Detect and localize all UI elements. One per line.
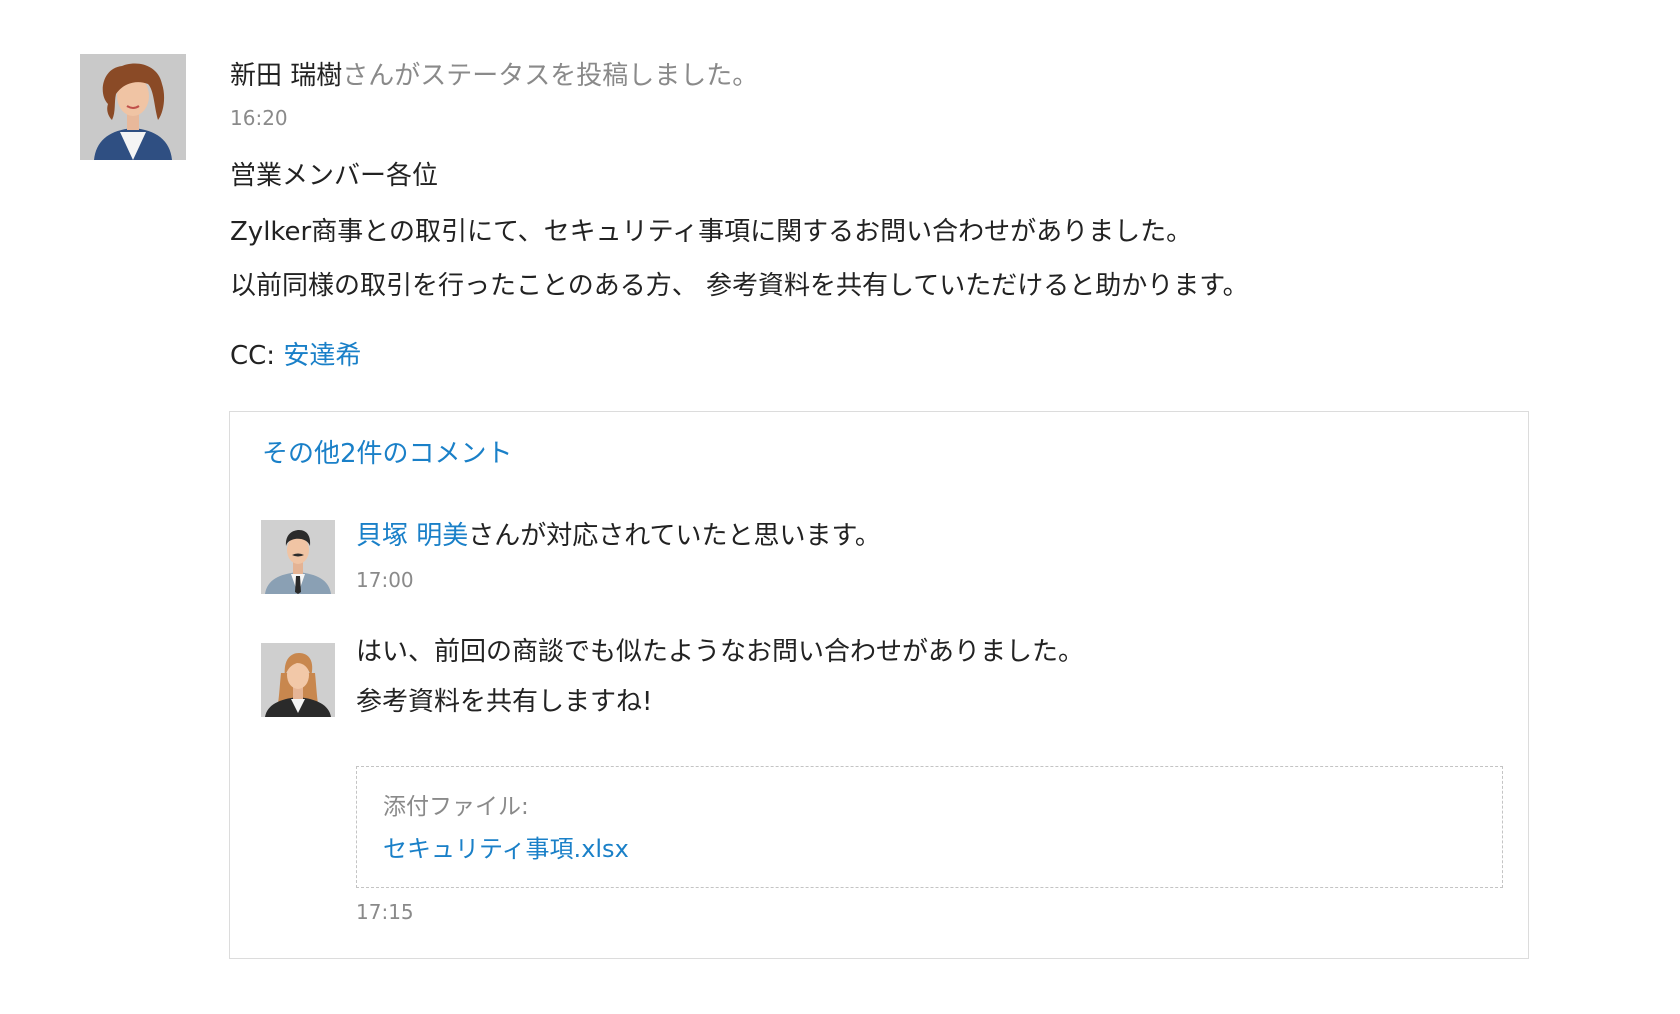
- post-body-line: 営業メンバー各位: [230, 161, 439, 191]
- comment-timestamp: 17:15: [356, 900, 414, 924]
- cc-line: CC: 安達希: [230, 338, 361, 374]
- post-header: 新田 瑞樹さんがステータスを投稿しました。: [230, 58, 758, 94]
- cc-label: CC:: [230, 341, 284, 371]
- post-body-line: 以前同様の取引を行ったことのある方、 参考資料を共有していただけると助かります。: [230, 271, 1249, 301]
- author-name[interactable]: 新田 瑞樹: [230, 61, 342, 91]
- comment-avatar[interactable]: [261, 520, 335, 594]
- comment-timestamp: 17:00: [356, 568, 414, 592]
- comment-body-line: はい、前回の商談でも似たようなお問い合わせがありました。: [356, 637, 1085, 667]
- post-timestamp: 16:20: [230, 106, 288, 130]
- more-comments-link[interactable]: その他2件のコメント: [262, 436, 513, 472]
- attachment-label: 添付ファイル:: [383, 794, 529, 820]
- man-mustache-avatar-icon: [261, 520, 335, 594]
- comment-body-line: 参考資料を共有しますね!: [356, 687, 653, 717]
- comments-panel: その他2件のコメント 貝塚 明美さんが対応されていたと思います。 17:00 は…: [229, 411, 1529, 959]
- post-action-text: さんがステータスを投稿しました。: [342, 61, 759, 91]
- post-body-line: Zylker商事との取引にて、セキュリティ事項に関するお問い合わせがありました。: [230, 217, 1193, 247]
- attachment-box: 添付ファイル: セキュリティ事項.xlsx: [356, 766, 1503, 888]
- woman-avatar-icon: [80, 54, 186, 160]
- attachment-file-link[interactable]: セキュリティ事項.xlsx: [383, 829, 629, 864]
- comment-avatar[interactable]: [261, 643, 335, 717]
- comment-author-link[interactable]: 貝塚 明美: [356, 521, 468, 551]
- cc-user-link[interactable]: 安達希: [283, 341, 361, 371]
- comment-text: 貝塚 明美さんが対応されていたと思います。: [356, 518, 881, 554]
- woman-long-hair-avatar-icon: [261, 643, 335, 717]
- author-avatar[interactable]: [80, 54, 186, 160]
- comment-body: さんが対応されていたと思います。: [468, 521, 881, 551]
- status-post: 新田 瑞樹さんがステータスを投稿しました。 16:20 営業メンバー各位 Zyl…: [0, 0, 1680, 1014]
